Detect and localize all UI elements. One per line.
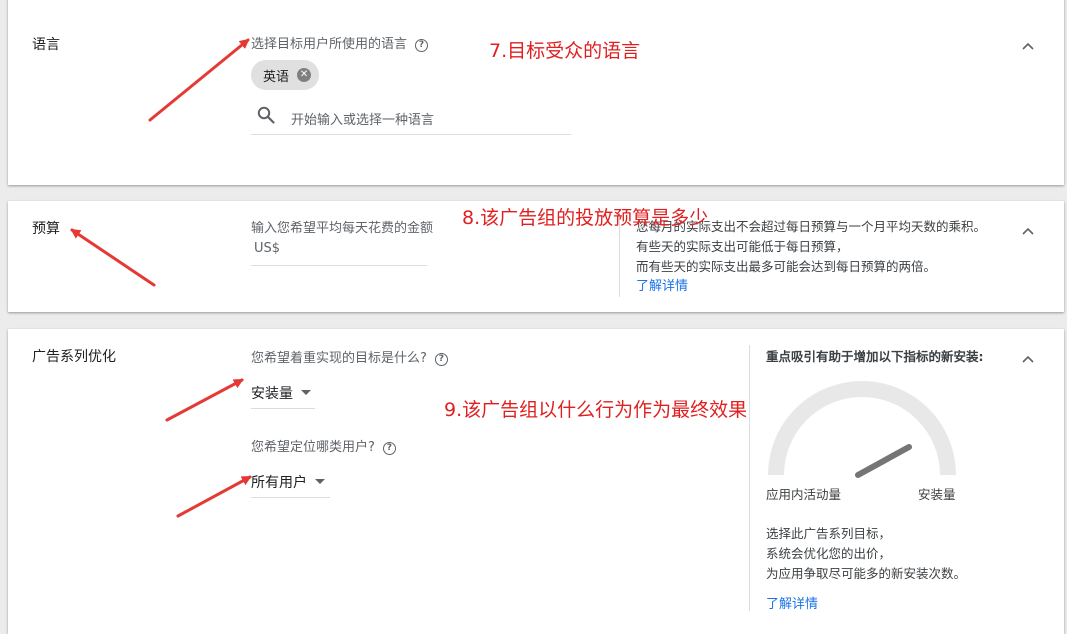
arrow-icon xyxy=(148,38,250,122)
arrow-icon xyxy=(70,228,156,287)
annotation-arrows xyxy=(70,38,252,518)
arrow-icon xyxy=(176,475,252,518)
arrow-icon xyxy=(165,378,244,422)
